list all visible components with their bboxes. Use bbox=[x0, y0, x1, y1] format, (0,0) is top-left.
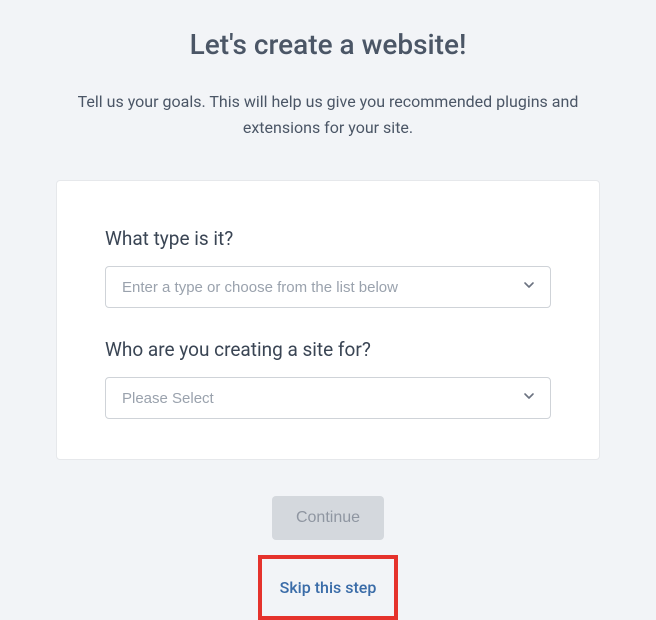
continue-button[interactable]: Continue bbox=[272, 496, 384, 540]
type-label: What type is it? bbox=[105, 227, 551, 250]
field-audience: Who are you creating a site for? bbox=[105, 338, 551, 419]
form-card: What type is it? Who are you creating a … bbox=[56, 180, 600, 460]
page-subtitle: Tell us your goals. This will help us gi… bbox=[0, 89, 656, 140]
field-type: What type is it? bbox=[105, 227, 551, 308]
audience-select-wrapper bbox=[105, 377, 551, 419]
actions: Continue Skip this step bbox=[258, 496, 399, 620]
type-select-wrapper bbox=[105, 266, 551, 308]
skip-highlight-box: Skip this step bbox=[258, 555, 399, 620]
audience-select[interactable] bbox=[105, 377, 551, 419]
type-select[interactable] bbox=[105, 266, 551, 308]
skip-link[interactable]: Skip this step bbox=[280, 578, 377, 597]
audience-label: Who are you creating a site for? bbox=[105, 338, 551, 361]
page-title: Let's create a website! bbox=[190, 28, 467, 61]
